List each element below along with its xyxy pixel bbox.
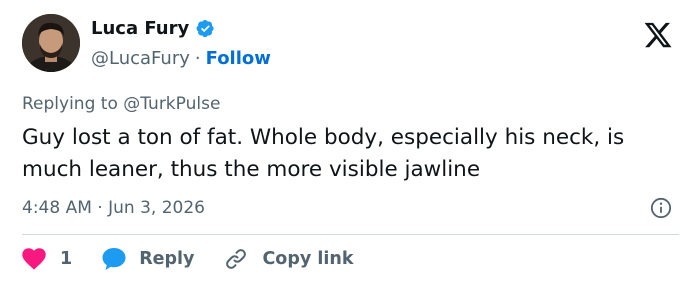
author-name-row: Luca Fury [91, 18, 215, 39]
handle-separator: · [194, 48, 201, 69]
link-icon [226, 249, 247, 269]
tweet-timestamp[interactable]: 4:48 AM · Jun 3, 2026 [22, 198, 205, 218]
heart-icon [22, 248, 46, 270]
action-bar: 1 Reply Copy link [22, 247, 353, 271]
info-icon[interactable] [650, 197, 672, 219]
like-button[interactable]: 1 [22, 248, 72, 270]
copy-link-button[interactable]: Copy link [224, 247, 353, 271]
reply-button[interactable]: Reply [101, 247, 194, 271]
verified-badge-icon [196, 19, 214, 38]
replying-to: Replying to @TurkPulse [22, 94, 221, 114]
author-name[interactable]: Luca Fury [91, 18, 189, 39]
like-count: 1 [60, 249, 73, 269]
tweet-text: Guy lost a ton of fat. Whole body, espec… [22, 125, 625, 182]
follow-button[interactable]: Follow [206, 48, 271, 69]
copy-link-label: Copy link [262, 249, 354, 269]
tweet-time: 4:48 AM [22, 198, 92, 218]
tweet-date: Jun 3, 2026 [108, 198, 205, 218]
author-handle[interactable]: @LucaFury [91, 48, 190, 69]
x-logo-icon[interactable] [642, 20, 674, 50]
timestamp-separator: · [97, 198, 103, 218]
speech-bubble-icon [102, 248, 126, 270]
divider [22, 234, 679, 235]
reply-label: Reply [139, 249, 195, 269]
avatar[interactable] [22, 14, 80, 72]
author-handle-row: @LucaFury · Follow [91, 48, 271, 69]
avatar-image [22, 14, 80, 72]
